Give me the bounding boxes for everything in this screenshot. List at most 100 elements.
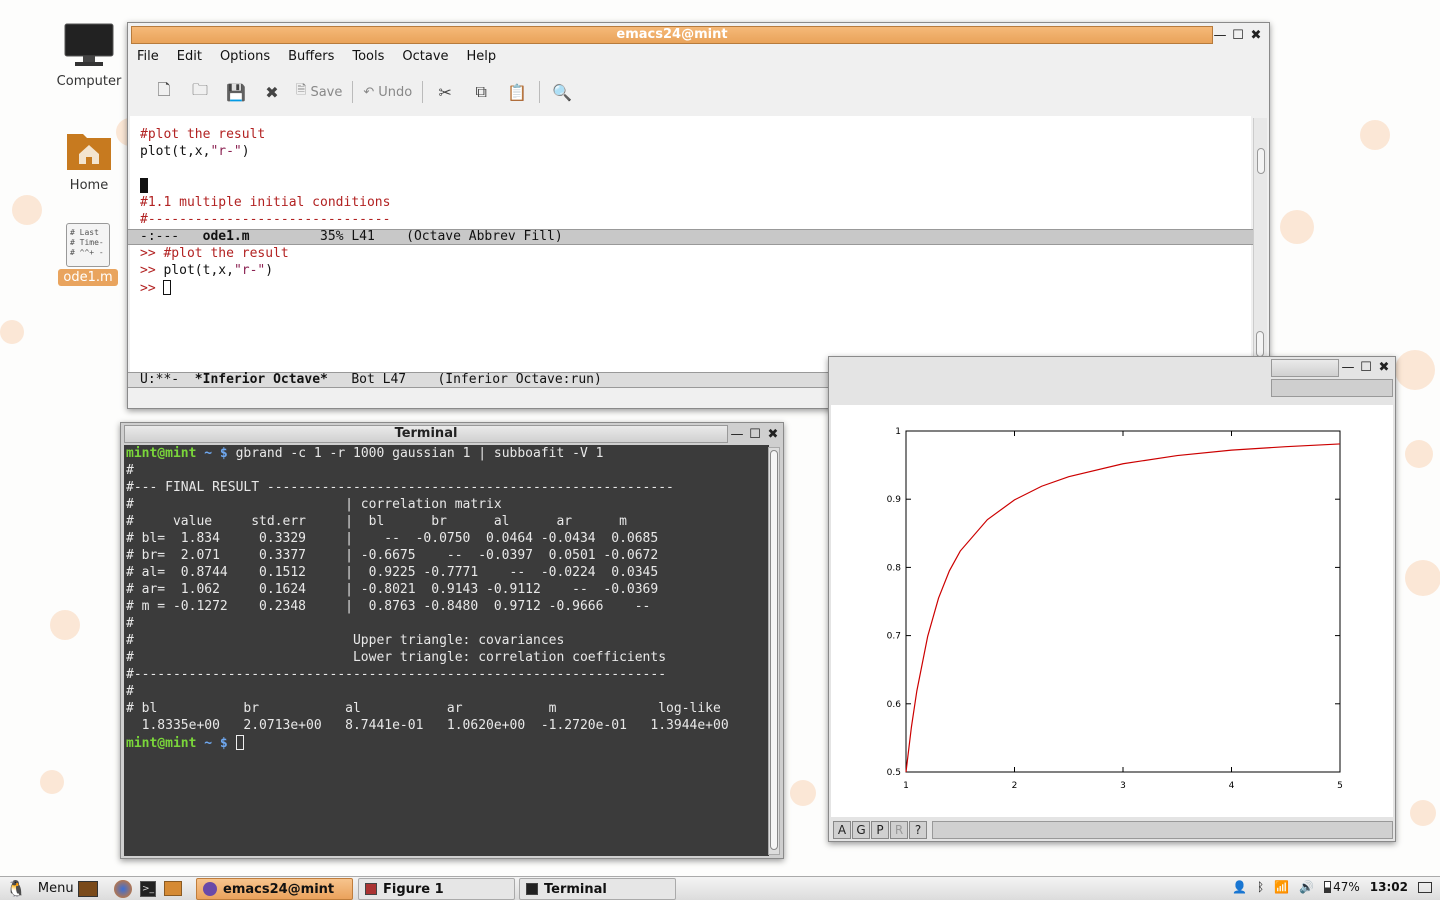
new-file-icon[interactable]: 🗋 xyxy=(146,79,182,105)
taskbar-item-label: Terminal xyxy=(544,881,607,897)
prompt-user: mint@mint xyxy=(126,736,197,751)
repl-string: "r-" xyxy=(233,263,266,278)
clock[interactable]: 13:02 xyxy=(1370,880,1408,894)
text-cursor xyxy=(140,178,148,193)
repl-scrollbar[interactable] xyxy=(1253,253,1267,373)
bluetooth-icon[interactable]: ᛒ xyxy=(1257,880,1264,894)
prompt-path: ~ $ xyxy=(204,446,228,461)
workspace-icon[interactable] xyxy=(1418,881,1432,893)
mode-line-buffer-name: ode1.m xyxy=(202,229,250,244)
save-label: Save xyxy=(310,84,343,100)
open-folder-icon[interactable]: 🗀 xyxy=(182,79,218,105)
repl-line: >> plot(t,x,"r-") xyxy=(140,263,273,278)
menu-octave[interactable]: Octave xyxy=(393,49,457,69)
terminal-output-line: #--- FINAL RESULT ----------------------… xyxy=(126,480,674,495)
home-folder-icon xyxy=(67,134,111,170)
command-line: mint@mint ~ $ gbrand -c 1 -r 1000 gaussi… xyxy=(126,446,603,461)
maximize-icon[interactable]: ☐ xyxy=(1231,27,1245,45)
terminal-output-line: # bl br al ar m log-like xyxy=(126,701,721,716)
autoscale-button[interactable]: A xyxy=(833,821,851,839)
desktop-icon-label: Home xyxy=(69,178,109,193)
terminal-icon xyxy=(526,883,538,895)
scroll-thumb[interactable] xyxy=(770,450,778,850)
wifi-icon[interactable]: 📶 xyxy=(1274,880,1289,894)
terminal-output-line: # xyxy=(126,616,134,631)
menu-button[interactable]: 🐧 Menu xyxy=(6,879,74,898)
close-icon[interactable]: ✖ xyxy=(1249,27,1263,45)
minimize-icon[interactable]: — xyxy=(1213,27,1227,45)
desktop-icon-ode1[interactable]: # Last # Time- # ^^+ - ode1.m xyxy=(58,223,118,286)
minimize-icon[interactable]: — xyxy=(1341,359,1355,377)
close-icon[interactable]: ✖ xyxy=(1377,359,1391,377)
taskbar-item-figure[interactable]: Figure 1 xyxy=(358,878,515,900)
mode-line-status: U:**- xyxy=(140,372,180,387)
window-title[interactable]: Terminal xyxy=(124,425,728,443)
firefox-icon[interactable] xyxy=(114,880,132,898)
figure-toolbar: A G P R ? xyxy=(833,820,1393,840)
repl-cursor xyxy=(163,280,172,295)
x-tick-label: 1 xyxy=(903,781,909,791)
battery-indicator[interactable]: 47% xyxy=(1324,880,1360,894)
menu-buffers[interactable]: Buffers xyxy=(279,49,343,69)
terminal-output-line: # value std.err | bl br al ar m xyxy=(126,514,627,529)
mint-logo-icon: 🐧 xyxy=(6,879,26,898)
copy-icon[interactable]: ⧉ xyxy=(463,79,499,105)
minimize-icon[interactable]: — xyxy=(730,426,744,444)
menu-tools[interactable]: Tools xyxy=(343,49,393,69)
search-icon[interactable]: 🔍 xyxy=(544,79,580,105)
help-button[interactable]: ? xyxy=(909,821,927,839)
scroll-thumb[interactable] xyxy=(1257,148,1265,174)
menu-help[interactable]: Help xyxy=(458,49,506,69)
editor-buffer[interactable]: #plot the result plot(t,x,"r-") #1.1 mul… xyxy=(128,116,1256,386)
print-button[interactable]: P xyxy=(871,821,889,839)
y-tick-label: 0.6 xyxy=(887,700,902,710)
rotate-button[interactable]: R xyxy=(890,821,908,839)
taskbar-item-terminal[interactable]: Terminal xyxy=(519,878,676,900)
save-button[interactable]: 🗎 Save xyxy=(290,79,348,105)
mode-line-status: -:--- xyxy=(140,229,180,244)
grid-button[interactable]: G xyxy=(852,821,870,839)
save-disk-icon[interactable]: 💾 xyxy=(218,79,254,105)
menu-options[interactable]: Options xyxy=(211,49,279,69)
paste-icon[interactable]: 📋 xyxy=(499,79,535,105)
terminal-launcher-icon[interactable]: >_ xyxy=(140,881,156,897)
window-controls: — ☐ ✖ xyxy=(1213,27,1263,45)
code-line: #plot the result xyxy=(140,127,266,142)
terminal-scrollbar[interactable] xyxy=(768,447,780,855)
scroll-thumb[interactable] xyxy=(1256,331,1264,357)
menu-file[interactable]: File xyxy=(128,49,168,69)
emacs-window: emacs24@mint — ☐ ✖ File Edit Options Buf… xyxy=(127,22,1270,409)
volume-icon[interactable]: 🔊 xyxy=(1299,880,1314,894)
thumb-line: # Time- xyxy=(70,238,104,247)
toolbar-separator xyxy=(352,81,354,103)
desktop-icon-home[interactable]: Home xyxy=(55,128,123,193)
document-thumbnail-icon: # Last # Time- # ^^+ - xyxy=(66,223,110,267)
user-icon[interactable]: 👤 xyxy=(1232,880,1247,894)
menu-edit[interactable]: Edit xyxy=(168,49,211,69)
plot-canvas[interactable]: 1 2 3 4 5 0.5 0.6 0.7 0.8 0.9 1 xyxy=(831,405,1393,817)
battery-icon xyxy=(1324,881,1332,893)
maximize-icon[interactable]: ☐ xyxy=(1359,359,1373,377)
close-icon[interactable]: ✖ xyxy=(766,426,780,444)
maximize-icon[interactable]: ☐ xyxy=(748,426,762,444)
close-buffer-icon[interactable]: ✖ xyxy=(254,79,290,105)
taskbar-item-emacs[interactable]: emacs24@mint xyxy=(196,878,353,900)
show-desktop-icon[interactable] xyxy=(78,881,98,897)
series-line xyxy=(905,443,1341,773)
toolbar: 🗋 🗀 💾 ✖ 🗎 Save ↶ Undo ✂ ⧉ 📋 🔍 xyxy=(146,77,580,107)
repl-text: #plot the result xyxy=(163,246,289,261)
cut-icon[interactable]: ✂ xyxy=(427,79,463,105)
code-token: ) xyxy=(241,144,250,159)
window-title-bar[interactable] xyxy=(1271,359,1339,377)
x-tick-label: 5 xyxy=(1337,781,1343,791)
undo-button[interactable]: ↶ Undo xyxy=(357,79,418,105)
window-title[interactable]: emacs24@mint xyxy=(131,26,1213,44)
terminal-output-line: # xyxy=(126,684,134,699)
terminal-screen[interactable]: mint@mint ~ $ gbrand -c 1 -r 1000 gaussi… xyxy=(124,445,769,856)
files-launcher-icon[interactable] xyxy=(164,881,182,896)
desktop-icon-computer[interactable]: Computer xyxy=(55,22,123,89)
terminal-output-line: #---------------------------------------… xyxy=(126,667,667,682)
repl-prompt: >> xyxy=(140,263,156,278)
taskbar-item-label: Figure 1 xyxy=(383,881,444,897)
x-tick-label: 4 xyxy=(1229,781,1235,791)
